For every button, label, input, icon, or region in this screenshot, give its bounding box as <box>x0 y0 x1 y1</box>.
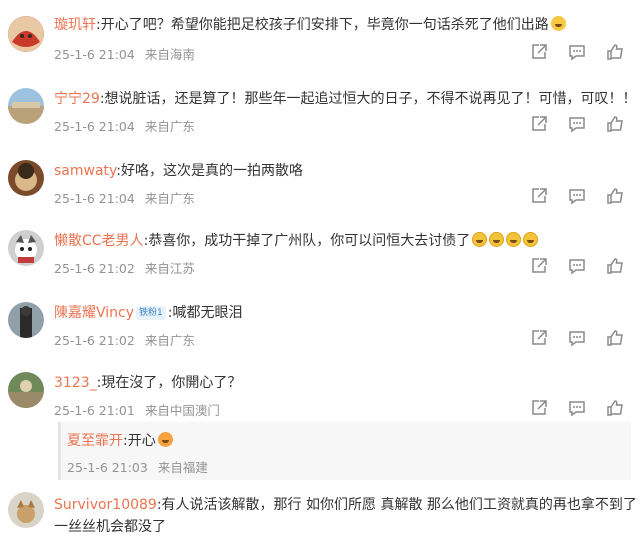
location: 来自广东 <box>144 333 195 348</box>
avatar[interactable] <box>8 372 44 408</box>
comment-actions <box>530 43 626 63</box>
comment-item: samwaty:好咯，这次是真的一拍两散咯 25-1-6 21:04 来自广东 <box>0 144 640 214</box>
comment-body: 璇玑轩:开心了吧？希望你能把足校孩子们安排下，毕竟你一句话杀死了他们出路 <box>54 14 566 34</box>
comment-icon[interactable] <box>568 187 588 207</box>
reply-meta: 25-1-6 21:03 来自福建 <box>67 457 208 476</box>
fan-badge[interactable]: 铁粉1 <box>136 306 166 320</box>
comment-body: 宁宁29:想说脏话，还是算了！那些年一起追过恒大的日子，不得不说再见了！可惜，可… <box>54 88 637 108</box>
location: 来自江苏 <box>144 261 195 276</box>
comment-meta: 25-1-6 21:01 来自中国澳门 <box>54 400 220 419</box>
avatar[interactable] <box>8 492 44 528</box>
share-icon[interactable] <box>530 257 550 277</box>
comment-meta: 25-1-6 21:02 来自广东 <box>54 330 195 349</box>
comment-text: :想说脏话，还是算了！那些年一起追过恒大的日子，不得不说再见了！可惜，可叹！！ <box>99 91 637 107</box>
share-icon[interactable] <box>530 329 550 349</box>
comment-body: Survivor10089:有人说活该解散，那行 如你们所愿 真解散 那么他们工… <box>54 494 637 514</box>
laugh-cry-emoji-icon <box>472 232 488 247</box>
timestamp: 25-1-6 21:03 <box>67 460 148 475</box>
timestamp: 25-1-6 21:04 <box>54 119 135 134</box>
username-link[interactable]: 璇玑轩 <box>54 17 96 33</box>
location: 来自广东 <box>144 191 195 206</box>
comment-text: :开心了吧？希望你能把足校孩子们安排下，毕竟你一句话杀死了他们出路 <box>96 17 549 33</box>
reply-thread: 夏至霏开:开心 25-1-6 21:03 来自福建 <box>58 422 631 480</box>
location: 来自海南 <box>144 47 195 62</box>
comment-icon[interactable] <box>568 43 588 63</box>
avatar[interactable] <box>8 88 44 124</box>
share-icon[interactable] <box>530 187 550 207</box>
avatar[interactable] <box>8 16 44 52</box>
share-icon[interactable] <box>530 115 550 135</box>
comment-actions <box>530 115 626 135</box>
reply-text: :开心 <box>123 433 156 449</box>
comment-meta: 25-1-6 21:04 来自海南 <box>54 44 195 63</box>
location: 来自福建 <box>157 460 208 475</box>
emoji-face-icon <box>550 16 566 31</box>
comment-item: 陳嘉耀Vincy 铁粉1:喊都无眼泪 25-1-6 21:02 来自广东 <box>0 286 640 356</box>
comment-icon[interactable] <box>568 115 588 135</box>
like-icon[interactable] <box>606 115 626 135</box>
username-link[interactable]: Survivor10089 <box>54 497 157 513</box>
share-icon[interactable] <box>530 43 550 63</box>
laugh-cry-emoji-icon <box>506 232 522 247</box>
comment-actions <box>530 187 626 207</box>
comment-icon[interactable] <box>568 257 588 277</box>
comment-item: 宁宁29:想说脏话，还是算了！那些年一起追过恒大的日子，不得不说再见了！可惜，可… <box>0 72 640 144</box>
location: 来自广东 <box>144 119 195 134</box>
share-icon[interactable] <box>530 399 550 419</box>
timestamp: 25-1-6 21:04 <box>54 47 135 62</box>
comment-item: 3123_:現在沒了，你開心了？ 25-1-6 21:01 来自中国澳门 夏至霏… <box>0 356 640 486</box>
comment-body: 陳嘉耀Vincy 铁粉1:喊都无眼泪 <box>54 302 242 322</box>
comment-meta: 25-1-6 21:02 来自江苏 <box>54 258 195 277</box>
comment-body: 懒散CC老男人:恭喜你，成功干掉了广州队，你可以问恒大去讨债了 <box>54 230 539 250</box>
comment-item: 璇玑轩:开心了吧？希望你能把足校孩子们安排下，毕竟你一句话杀死了他们出路 25-… <box>0 0 640 72</box>
comment-text: :有人说活该解散，那行 如你们所愿 真解散 那么他们工资就真的再也拿不到了 <box>156 497 637 513</box>
reply-body: 夏至霏开:开心 <box>67 430 173 450</box>
username-link[interactable]: 3123_ <box>54 375 97 391</box>
timestamp: 25-1-6 21:01 <box>54 403 135 418</box>
laugh-cry-emoji-icon <box>523 232 539 247</box>
timestamp: 25-1-6 21:02 <box>54 261 135 276</box>
avatar[interactable] <box>8 230 44 266</box>
comment-icon[interactable] <box>568 399 588 419</box>
timestamp: 25-1-6 21:04 <box>54 191 135 206</box>
location: 来自中国澳门 <box>144 403 220 418</box>
comment-feed: 璇玑轩:开心了吧？希望你能把足校孩子们安排下，毕竟你一句话杀死了他们出路 25-… <box>0 0 640 535</box>
comment-icon[interactable] <box>568 329 588 349</box>
comment-item: 懒散CC老男人:恭喜你，成功干掉了广州队，你可以问恒大去讨债了 25-1-6 2… <box>0 214 640 286</box>
comment-text: :喊都无眼泪 <box>167 305 243 321</box>
comment-body: samwaty:好咯，这次是真的一拍两散咯 <box>54 160 303 180</box>
timestamp: 25-1-6 21:02 <box>54 333 135 348</box>
comment-meta: 25-1-6 21:04 来自广东 <box>54 188 195 207</box>
like-icon[interactable] <box>606 257 626 277</box>
comment-meta: 25-1-6 21:04 来自广东 <box>54 116 195 135</box>
username-link[interactable]: 宁宁29 <box>54 91 100 107</box>
username-link[interactable]: 懒散CC老男人 <box>54 233 144 249</box>
comment-text: :好咯，这次是真的一拍两散咯 <box>116 163 304 179</box>
comment-actions <box>530 257 626 277</box>
like-icon[interactable] <box>606 43 626 63</box>
comment-item: Survivor10089:有人说活该解散，那行 如你们所愿 真解散 那么他们工… <box>0 486 640 535</box>
like-icon[interactable] <box>606 187 626 207</box>
like-icon[interactable] <box>606 329 626 349</box>
like-icon[interactable] <box>606 399 626 419</box>
comment-text: :現在沒了，你開心了？ <box>96 375 242 391</box>
reply-username-link[interactable]: 夏至霏开 <box>67 433 123 449</box>
username-link[interactable]: 陳嘉耀Vincy <box>54 305 134 321</box>
comment-text-continued: 一丝丝机会都没了 <box>54 519 166 535</box>
comment-actions <box>530 399 626 419</box>
username-link[interactable]: samwaty <box>54 163 116 179</box>
avatar[interactable] <box>8 160 44 196</box>
avatar[interactable] <box>8 302 44 338</box>
shocked-emoji-icon <box>157 432 173 447</box>
comment-text: :恭喜你，成功干掉了广州队，你可以问恒大去讨债了 <box>143 233 471 249</box>
comment-actions <box>530 329 626 349</box>
comment-body: 3123_:現在沒了，你開心了？ <box>54 372 241 392</box>
laugh-cry-emoji-icon <box>489 232 505 247</box>
